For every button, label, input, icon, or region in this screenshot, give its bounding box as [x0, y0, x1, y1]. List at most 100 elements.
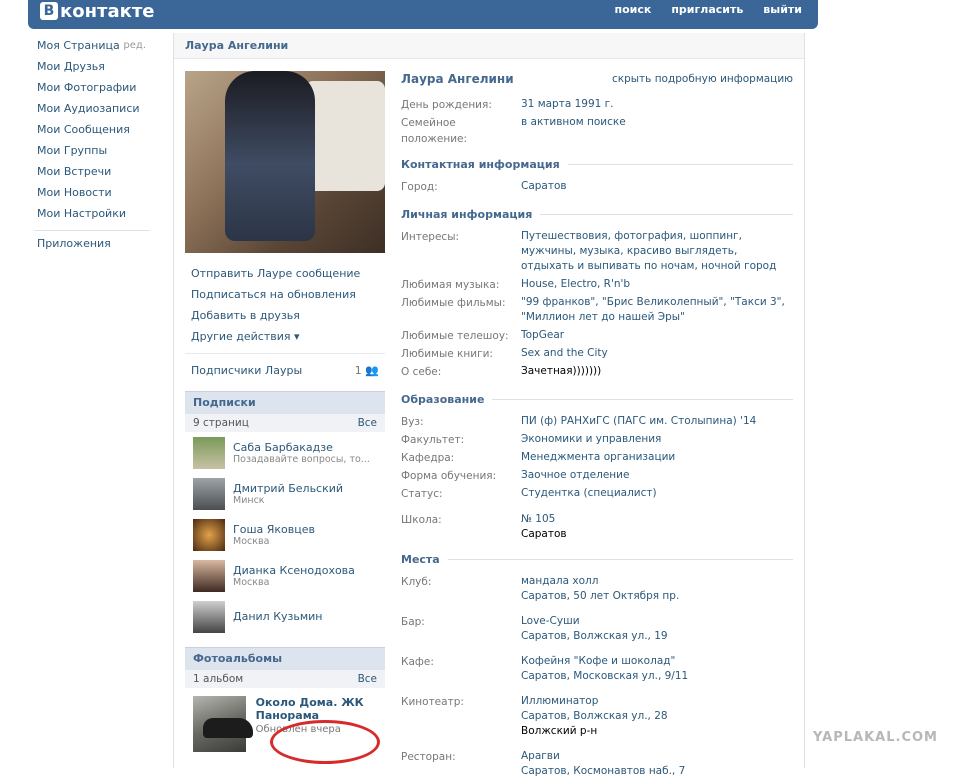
subscription-name[interactable]: Дмитрий Бельский: [233, 482, 343, 495]
nav-invite[interactable]: пригласить: [671, 3, 743, 16]
vk-logo[interactable]: В контакте: [40, 0, 154, 22]
info-value[interactable]: Менеджмента организации: [521, 450, 793, 468]
school-number[interactable]: № 105: [521, 512, 793, 527]
albums-all-link[interactable]: Все: [358, 673, 377, 685]
place-district: Волжский р-н: [521, 725, 598, 737]
info-label: Статус:: [401, 488, 443, 500]
info-value[interactable]: в активном поиске: [521, 115, 793, 147]
nav-search[interactable]: поиск: [614, 3, 651, 16]
car-shape: [203, 718, 253, 738]
section-title: Личная информация: [401, 207, 533, 221]
info-value[interactable]: 31 марта 1991 г.: [521, 97, 793, 115]
place-name[interactable]: Иллюминатор: [521, 694, 793, 709]
subscription-item[interactable]: Саба Барбакадзе Позадавайте вопросы, то.…: [185, 432, 385, 473]
place-name[interactable]: Арагви: [521, 749, 793, 764]
info-value[interactable]: "99 франков", "Брис Великолепный", "Такс…: [521, 295, 793, 325]
subscriptions-count: 9 страниц: [193, 417, 249, 429]
avatar[interactable]: [193, 559, 225, 592]
menu-groups[interactable]: Мои Группы: [28, 140, 150, 161]
place-address[interactable]: Саратов, 50 лет Октября пр.: [521, 589, 793, 604]
send-message-link[interactable]: Отправить Лауре сообщение: [185, 263, 385, 284]
menu-news[interactable]: Мои Новости: [28, 182, 150, 203]
subscribers-row[interactable]: Подписчики Лауры 1 👥: [185, 360, 385, 381]
info-value[interactable]: Sex and the City: [521, 346, 793, 364]
menu-messages[interactable]: Мои Сообщения: [28, 119, 150, 140]
page-title: Лаура Ангелини: [174, 33, 804, 59]
place-row: Бар: Love-Суши Саратов, Волжская ул., 19: [401, 614, 793, 644]
info-label: Ресторан:: [401, 751, 456, 763]
info-value[interactable]: Заочное отделение: [521, 468, 793, 486]
subscription-name[interactable]: Данил Кузьмин: [233, 610, 323, 623]
subscription-item[interactable]: Гоша Яковцев Москва: [185, 514, 385, 555]
info-label: Форма обучения:: [401, 470, 497, 482]
profile-name: Лаура Ангелини: [401, 72, 514, 86]
info-label: Город:: [401, 181, 438, 193]
info-row: Любимая музыка: House, Electro, R'n'b: [401, 277, 793, 295]
menu-apps[interactable]: Приложения: [28, 233, 150, 254]
info-value[interactable]: Саратов: [521, 179, 793, 197]
subscriptions-subheader: 9 страниц Все: [185, 414, 385, 432]
info-label: Клуб:: [401, 576, 432, 588]
info-value: Зачетная))))))): [521, 365, 602, 377]
info-row: Город: Саратов: [401, 179, 793, 197]
menu-friends[interactable]: Мои Друзья: [28, 56, 150, 77]
subscription-item[interactable]: Дмитрий Бельский Минск: [185, 473, 385, 514]
other-actions-link[interactable]: Другие действия ▾: [185, 326, 385, 347]
add-friend-link[interactable]: Добавить в друзья: [185, 305, 385, 326]
place-name[interactable]: мандала холл: [521, 574, 793, 589]
avatar[interactable]: [193, 518, 225, 551]
info-value[interactable]: Студентка (специалист): [521, 486, 793, 504]
place-name[interactable]: Кофейня "Кофе и шоколад": [521, 654, 793, 669]
menu-photos[interactable]: Мои Фотографии: [28, 77, 150, 98]
subscriptions-header[interactable]: Подписки: [185, 391, 385, 414]
subscription-item[interactable]: Данил Кузьмин: [185, 596, 385, 637]
subscription-item[interactable]: Дианка Ксенодохова Москва: [185, 555, 385, 596]
subscription-name[interactable]: Дианка Ксенодохова: [233, 564, 355, 577]
hide-details-link[interactable]: скрыть подробную информацию: [612, 73, 793, 85]
info-row: Любимые книги: Sex and the City: [401, 346, 793, 364]
album-thumbnail[interactable]: [193, 696, 253, 752]
info-row: Факультет: Экономики и управления: [401, 432, 793, 450]
place-name[interactable]: Love-Суши: [521, 614, 793, 629]
menu-settings[interactable]: Мои Настройки: [28, 203, 150, 224]
watermark: YAPLAKAL.COM: [813, 730, 938, 745]
subscribe-link[interactable]: Подписаться на обновления: [185, 284, 385, 305]
subscription-name[interactable]: Гоша Яковцев: [233, 523, 315, 536]
school-value: № 105 Саратов: [521, 512, 793, 542]
profile-actions: Отправить Лауре сообщение Подписаться на…: [185, 263, 385, 347]
profile-photo[interactable]: [185, 71, 385, 253]
info-value[interactable]: ПИ (ф) РАНХиГС (ПАГС им. Столыпина) '14: [521, 414, 793, 432]
info-header: Лаура Ангелини скрыть подробную информац…: [401, 69, 793, 89]
nav-logout[interactable]: выйти: [763, 3, 802, 16]
avatar[interactable]: [193, 600, 225, 633]
place-address[interactable]: Саратов, Космонавтов наб., 7: [521, 764, 793, 779]
info-value[interactable]: House, Electro, R'n'b: [521, 277, 793, 295]
menu-events[interactable]: Мои Встречи: [28, 161, 150, 182]
people-icon: 👥: [365, 364, 379, 377]
album-title[interactable]: Около Дома. ЖК Панорама: [256, 696, 377, 722]
info-value[interactable]: Путешествовия, фотография, шоппинг, мужч…: [521, 229, 793, 274]
subscription-name[interactable]: Саба Барбакадзе: [233, 441, 370, 454]
section-line: [540, 213, 793, 215]
subscribers-count-value: 1: [354, 364, 362, 377]
albums-header[interactable]: Фотоальбомы: [185, 647, 385, 670]
info-value[interactable]: Экономики и управления: [521, 432, 793, 450]
top-header: В контакте поиск пригласить выйти: [28, 0, 818, 29]
info-row: Кафедра: Менеджмента организации: [401, 450, 793, 468]
place-row: Кафе: Кофейня "Кофе и шоколад" Саратов, Мо…: [401, 654, 793, 684]
menu-audio[interactable]: Мои Аудиозаписи: [28, 98, 150, 119]
subscriptions-all-link[interactable]: Все: [358, 417, 377, 429]
info-row: Вуз: ПИ (ф) РАНХиГС (ПАГС им. Столыпина) …: [401, 414, 793, 432]
menu-my-page[interactable]: Моя Страница ред.: [28, 35, 150, 56]
place-address[interactable]: Саратов, Московская ул., 9/11: [521, 669, 793, 684]
place-address[interactable]: Саратов, Волжская ул., 19: [521, 629, 793, 644]
albums-subheader: 1 альбом Все: [185, 670, 385, 688]
edit-link[interactable]: ред.: [123, 35, 146, 56]
avatar[interactable]: [193, 477, 225, 510]
info-label: О себе:: [401, 366, 442, 378]
section-title: Места: [401, 552, 440, 566]
info-value[interactable]: TopGear: [521, 328, 793, 346]
info-label: Любимые телешоу:: [401, 330, 509, 342]
avatar[interactable]: [193, 436, 225, 469]
place-address[interactable]: Саратов, Волжская ул., 28: [521, 709, 793, 724]
